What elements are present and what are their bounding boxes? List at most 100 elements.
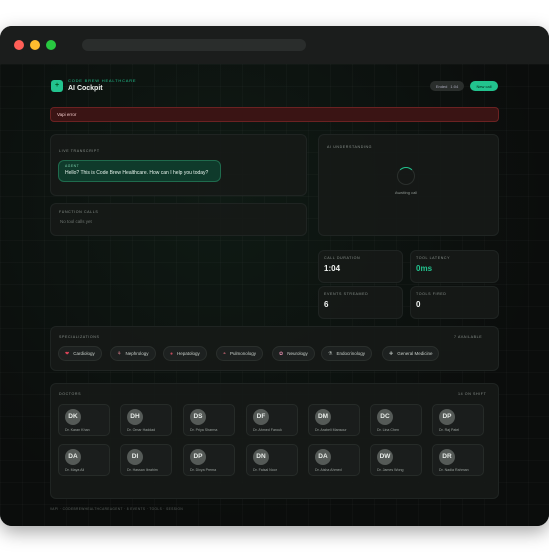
doctor-name: Dr. Karan Khan xyxy=(65,428,90,432)
metric-label: TOOL LATENCY xyxy=(416,256,451,260)
avatar: DA xyxy=(65,449,81,465)
chip-label: Pulmonology xyxy=(230,351,257,356)
specialization-chip-hepatology[interactable]: ● Hepatology xyxy=(163,346,207,361)
function-calls-title: FUNCTION CALLS xyxy=(59,210,99,214)
doctor-name: Dr. Maya Ali xyxy=(65,468,85,472)
metric-value: 6 xyxy=(324,300,329,309)
specialization-chip-pulmonology[interactable]: ◓ Pulmonology xyxy=(216,346,264,361)
brand-name: CODE BREW HEALTHCARE xyxy=(68,78,137,83)
doctor-card[interactable]: DI Dr. Hassan Ibrahim xyxy=(120,444,172,476)
address-bar[interactable] xyxy=(82,39,306,51)
doctor-card[interactable]: DW Dr. James Wong xyxy=(370,444,422,476)
doctor-name: Dr. Ahmed Farouk xyxy=(253,428,282,432)
close-window-button[interactable] xyxy=(14,40,24,50)
avatar: DH xyxy=(127,409,143,425)
metric-card xyxy=(410,286,499,319)
specialization-chip-cardiology[interactable]: ❤ Cardiology xyxy=(58,346,102,361)
doctor-card[interactable]: DM Dr. Arabeli Mansour xyxy=(308,404,360,436)
doctor-card[interactable]: DK Dr. Karan Khan xyxy=(58,404,110,436)
minimize-window-button[interactable] xyxy=(30,40,40,50)
kidney-icon: ⚘ xyxy=(117,350,122,357)
chip-label: Neurology xyxy=(287,351,308,356)
lungs-icon: ◓ xyxy=(223,350,227,357)
metric-value: 0 xyxy=(416,300,421,309)
message-role-label: AGENT xyxy=(65,164,80,168)
metric-label: EVENTS STREAMED xyxy=(324,292,369,296)
agent-message-bubble: AGENT Hello? This is Code Brew Healthcar… xyxy=(58,160,221,182)
avatar: DM xyxy=(315,409,331,425)
doctors-panel xyxy=(50,383,499,499)
avatar: DS xyxy=(190,409,206,425)
heart-icon: ❤ xyxy=(65,350,70,357)
maximize-window-button[interactable] xyxy=(46,40,56,50)
doctors-title: DOCTORS xyxy=(59,392,82,396)
doctor-card[interactable]: DN Dr. Faisal Noor xyxy=(246,444,298,476)
browser-window: + CODE BREW HEALTHCARE AI Cockpit Ended … xyxy=(0,26,549,526)
avatar: DK xyxy=(65,409,81,425)
doctor-name: Dr. Priya Sharma xyxy=(190,428,218,432)
metric-label: TOOLS FIRED xyxy=(416,292,447,296)
specialization-chip-nephrology[interactable]: ⚘ Nephrology xyxy=(110,346,156,361)
liver-icon: ● xyxy=(170,350,174,357)
avatar: DP xyxy=(190,449,206,465)
avatar: DC xyxy=(377,409,393,425)
doctor-card[interactable]: DS Dr. Priya Sharma xyxy=(183,404,235,436)
doctor-card[interactable]: DR Dr. Nadia Rahman xyxy=(432,444,484,476)
avatar: DP xyxy=(439,409,455,425)
chip-label: Endocrinology xyxy=(336,351,366,356)
loading-spinner-icon xyxy=(397,167,415,185)
transcript-title: LIVE TRANSCRIPT xyxy=(59,149,100,153)
doctor-name: Dr. Omar Haddad xyxy=(127,428,156,432)
specializations-count: 7 AVAILABLE xyxy=(454,335,483,339)
avatar: DR xyxy=(439,449,455,465)
chip-label: Nephrology xyxy=(125,351,149,356)
error-banner: Vapi error xyxy=(50,107,499,122)
call-status-label: Ended xyxy=(435,83,448,89)
gland-icon: ⚗ xyxy=(328,350,333,357)
doctor-card[interactable]: DA Dr. Aisha Ahmed xyxy=(308,444,360,476)
metric-card xyxy=(318,286,403,319)
specialization-chip-neurology[interactable]: ✿ Neurology xyxy=(272,346,315,361)
doctor-name: Dr. Faisal Noor xyxy=(253,468,277,472)
stethoscope-icon: ✚ xyxy=(389,350,394,357)
call-status-badge: Ended 1:04 xyxy=(430,81,464,91)
specialization-chip-general-medicine[interactable]: ✚ General Medicine xyxy=(382,346,440,361)
doctor-name: Dr. Aisha Ahmed xyxy=(315,468,342,472)
browser-chrome xyxy=(0,26,549,64)
brain-icon: ✿ xyxy=(279,350,284,357)
footer-status: VAPI · CODEBREWHEALTHCAREAGENT · 8 EVENT… xyxy=(50,507,184,511)
doctor-name: Dr. Nadia Rahman xyxy=(439,468,469,472)
avatar: DW xyxy=(377,449,393,465)
avatar: DF xyxy=(253,409,269,425)
chip-label: Hepatology xyxy=(177,351,200,356)
avatar: DI xyxy=(127,449,143,465)
specializations-title: SPECIALIZATIONS xyxy=(59,335,100,339)
doctor-name: Dr. Arabeli Mansour xyxy=(315,428,347,432)
doctor-card[interactable]: DF Dr. Ahmed Farouk xyxy=(246,404,298,436)
doctor-name: Dr. Divya Prema xyxy=(190,468,217,472)
function-calls-empty: No tool calls yet xyxy=(60,219,92,224)
doctor-card[interactable]: DA Dr. Maya Ali xyxy=(58,444,110,476)
metric-label: CALL DURATION xyxy=(324,256,361,260)
doctor-card[interactable]: DP Dr. Divya Prema xyxy=(183,444,235,476)
ai-understanding-panel xyxy=(318,134,499,236)
ai-understanding-title: AI UNDERSTANDING xyxy=(327,145,373,149)
ai-understanding-status: Awaiting call xyxy=(394,190,418,195)
doctor-name: Dr. Hassan Ibrahim xyxy=(127,468,158,472)
app-logo-icon: + xyxy=(51,80,63,92)
chip-label: Cardiology xyxy=(73,351,95,356)
doctors-count: 14 ON SHIFT xyxy=(458,392,487,396)
avatar: DN xyxy=(253,449,269,465)
metric-value: 0ms xyxy=(416,264,433,273)
specialization-chip-endocrinology[interactable]: ⚗ Endocrinology xyxy=(321,346,373,361)
doctor-card[interactable]: DH Dr. Omar Haddad xyxy=(120,404,172,436)
call-timer: 1:04 xyxy=(450,83,459,89)
metric-value: 1:04 xyxy=(324,264,341,273)
app-canvas: + CODE BREW HEALTHCARE AI Cockpit Ended … xyxy=(0,64,549,526)
page-title: AI Cockpit xyxy=(68,85,103,92)
doctor-name: Dr. Lina Chen xyxy=(377,428,399,432)
doctor-card[interactable]: DP Dr. Raj Patel xyxy=(432,404,484,436)
message-text: Hello? This is Code Brew Healthcare. How… xyxy=(65,170,209,176)
doctor-card[interactable]: DC Dr. Lina Chen xyxy=(370,404,422,436)
new-call-button[interactable]: New call xyxy=(470,81,498,91)
